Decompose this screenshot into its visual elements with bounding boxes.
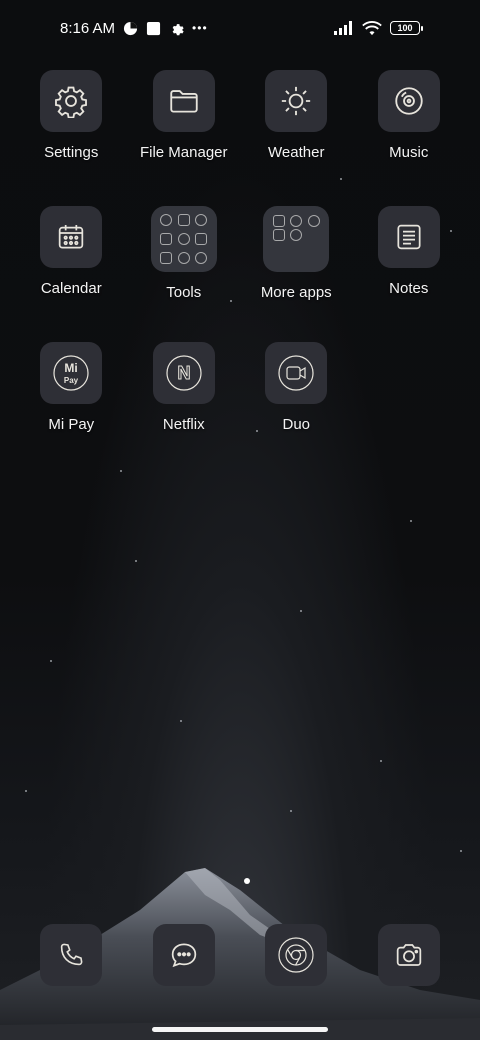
sun-icon	[265, 70, 328, 132]
mini-app-icon	[195, 232, 208, 245]
mini-app-icon	[177, 232, 190, 245]
dock-phone[interactable]	[15, 924, 128, 988]
mi-pay-logo-text: Mi	[65, 361, 78, 375]
app-duo[interactable]: Duo	[240, 342, 353, 478]
app-settings[interactable]: Settings	[15, 70, 128, 206]
app-label: Tools	[166, 284, 202, 301]
mini-app-icon	[160, 251, 173, 264]
mini-app-icon	[177, 214, 190, 227]
folder-more-apps[interactable]: More apps	[240, 206, 353, 342]
signal-icon	[334, 21, 354, 35]
page-indicator[interactable]	[0, 878, 480, 884]
dock-camera[interactable]	[353, 924, 466, 988]
notes-icon	[377, 206, 440, 268]
gear-icon	[169, 21, 184, 36]
mini-app-icon	[195, 214, 208, 227]
dock-messages[interactable]	[128, 924, 241, 988]
folder-icon	[152, 70, 215, 132]
netflix-logo-text: N	[177, 363, 190, 383]
app-file-manager[interactable]: File Manager	[128, 70, 241, 206]
app-label: Netflix	[162, 416, 205, 433]
dock-chrome[interactable]	[240, 924, 353, 988]
app-music[interactable]: Music	[353, 70, 466, 206]
mini-app-icon	[290, 215, 303, 227]
app-grid: Settings File Manager Weather Music Cale…	[15, 70, 465, 478]
mini-app-icon	[272, 215, 285, 227]
mini-app-icon	[307, 215, 320, 227]
app-calendar[interactable]: Calendar	[15, 206, 128, 342]
camera-icon	[377, 924, 440, 986]
disc-icon	[377, 70, 440, 132]
app-notes[interactable]: Notes	[353, 206, 466, 342]
app-label: Weather	[268, 144, 325, 161]
app-weather[interactable]: Weather	[240, 70, 353, 206]
mi-pay-logo-sub: Pay	[64, 376, 79, 385]
phone-icon	[40, 924, 103, 986]
app-label: Mi Pay	[48, 416, 95, 433]
app-label: Calendar	[40, 280, 102, 297]
app-label: Duo	[282, 416, 311, 433]
square-notification-icon	[146, 21, 161, 36]
status-bar: 8:16 AM ••• 100	[0, 0, 480, 56]
app-label: More apps	[260, 284, 332, 301]
gear-icon	[40, 70, 103, 132]
more-apps-folder-icon	[263, 206, 330, 272]
wifi-icon	[362, 20, 382, 36]
mini-app-icon	[160, 214, 173, 227]
dock	[15, 924, 465, 988]
chrome-icon	[265, 924, 328, 986]
app-label: Music	[389, 144, 429, 161]
app-label: File Manager	[139, 144, 228, 161]
mini-app-icon	[272, 229, 285, 241]
tools-folder-icon	[150, 206, 217, 272]
app-label: Notes	[389, 280, 429, 297]
mini-app-icon	[195, 251, 208, 264]
app-netflix[interactable]: N Netflix	[128, 342, 241, 478]
mini-app-icon	[177, 251, 190, 264]
mini-app-icon	[160, 232, 173, 245]
more-dots-icon: •••	[192, 21, 208, 35]
app-label: Settings	[44, 144, 99, 161]
app-mi-pay[interactable]: Mi Pay Mi Pay	[15, 342, 128, 478]
home-gesture-bar[interactable]	[152, 1027, 328, 1032]
folder-tools[interactable]: Tools	[128, 206, 241, 342]
battery-icon: 100	[390, 21, 423, 35]
messages-icon	[152, 924, 215, 986]
mi-pay-icon: Mi Pay	[40, 342, 103, 404]
calendar-icon	[40, 206, 103, 268]
mini-app-icon	[290, 229, 303, 241]
page-dot-active[interactable]	[243, 878, 250, 884]
netflix-icon: N	[152, 342, 215, 404]
clock: 8:16 AM	[60, 19, 116, 37]
data-saver-icon	[123, 21, 138, 36]
video-camera-icon	[265, 342, 328, 404]
